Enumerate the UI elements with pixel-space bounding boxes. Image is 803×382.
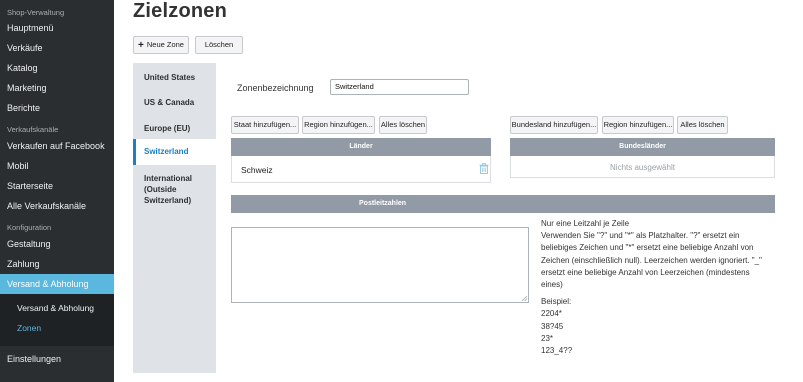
sidebar-subitem-zonen[interactable]: Zonen	[0, 318, 114, 338]
sidebar-item-alle-verkaufskanaele[interactable]: Alle Verkaufskanäle	[0, 196, 114, 216]
clear-states-button[interactable]: Alles löschen	[677, 116, 728, 134]
countries-header: Länder	[231, 138, 491, 156]
trash-icon[interactable]	[479, 163, 489, 174]
sidebar-item-verkaeufe[interactable]: Verkäufe	[0, 38, 114, 58]
zone-name-input[interactable]: Switzerland	[330, 79, 469, 95]
sidebar-item-zahlung[interactable]: Zahlung	[0, 254, 114, 274]
postcodes-help: Nur eine Leitzahl je Zeile Verwenden Sie…	[541, 218, 771, 357]
new-zone-label: Neue Zone	[146, 40, 184, 49]
add-bundesland-button[interactable]: Bundesland hinzufügen...	[510, 116, 598, 134]
postcodes-header-label: Postleitzahlen	[359, 200, 407, 207]
postcodes-header: Postleitzahlen	[231, 195, 775, 213]
example-item: 123_4??	[541, 346, 573, 356]
example-item: 38?45	[541, 321, 564, 331]
example-heading: Beispiel:	[541, 297, 572, 307]
help-body: Verwenden Sie "?" und "*" als Platzhalte…	[541, 231, 762, 290]
sidebar-section-heading: Verkaufskanäle	[7, 125, 59, 134]
tab-europe-eu[interactable]: Europe (EU)	[133, 123, 216, 134]
sidebar: Shop-Verwaltung Hauptmenü Verkäufe Katal…	[0, 0, 114, 382]
zone-name-label: Zonenbezeichnung	[237, 83, 314, 93]
delete-zone-button[interactable]: Löschen	[195, 36, 243, 54]
country-row-label: Schweiz	[241, 165, 273, 175]
postcodes-textarea[interactable]	[231, 227, 529, 303]
sidebar-section-heading: Konfiguration	[7, 223, 52, 232]
add-state-button[interactable]: Staat hinzufügen...	[231, 116, 299, 134]
example-item: 23*	[541, 333, 554, 343]
new-zone-button[interactable]: + Neue Zone	[133, 36, 189, 54]
resize-grip-icon[interactable]	[521, 295, 527, 301]
sidebar-subitem-versand-abholung[interactable]: Versand & Abholung	[0, 298, 114, 318]
clear-countries-button[interactable]: Alles löschen	[379, 116, 427, 134]
plus-icon: +	[138, 40, 144, 51]
page-title: Zielzonen	[133, 0, 228, 22]
sidebar-item-einstellungen[interactable]: Einstellungen	[0, 349, 114, 369]
add-region-button[interactable]: Region hinzufügen...	[302, 116, 375, 134]
help-line-one: Nur eine Leitzahl je Zeile	[541, 219, 630, 228]
tab-united-states[interactable]: United States	[133, 72, 216, 83]
sidebar-item-mobil[interactable]: Mobil	[0, 156, 114, 176]
example-item: 2204*	[541, 309, 562, 319]
tab-international[interactable]: International (Outside Switzerland)	[133, 173, 211, 206]
sidebar-submenu: Versand & Abholung Zonen	[0, 294, 114, 346]
sidebar-item-marketing[interactable]: Marketing	[0, 78, 114, 98]
sidebar-section-heading: Shop-Verwaltung	[7, 8, 65, 17]
zone-tabs: United States US & Canada Europe (EU) Sw…	[133, 63, 216, 373]
tab-us-canada[interactable]: US & Canada	[133, 97, 216, 108]
sidebar-item-gestaltung[interactable]: Gestaltung	[0, 234, 114, 254]
sidebar-item-berichte[interactable]: Berichte	[0, 98, 114, 118]
states-header: Bundesländer	[510, 138, 775, 156]
sidebar-item-starterseite[interactable]: Starterseite	[0, 176, 114, 196]
sidebar-item-facebook[interactable]: Verkaufen auf Facebook	[0, 136, 114, 156]
states-empty-text: Nichts ausgewählt	[610, 163, 675, 172]
sidebar-item-hauptmenue[interactable]: Hauptmenü	[0, 19, 114, 38]
sidebar-item-katalog[interactable]: Katalog	[0, 58, 114, 78]
tab-switzerland[interactable]: Switzerland	[133, 139, 216, 165]
add-state-region-button[interactable]: Region hinzufügen...	[602, 116, 674, 134]
sidebar-item-versand-abholung[interactable]: Versand & Abholung	[0, 274, 114, 294]
